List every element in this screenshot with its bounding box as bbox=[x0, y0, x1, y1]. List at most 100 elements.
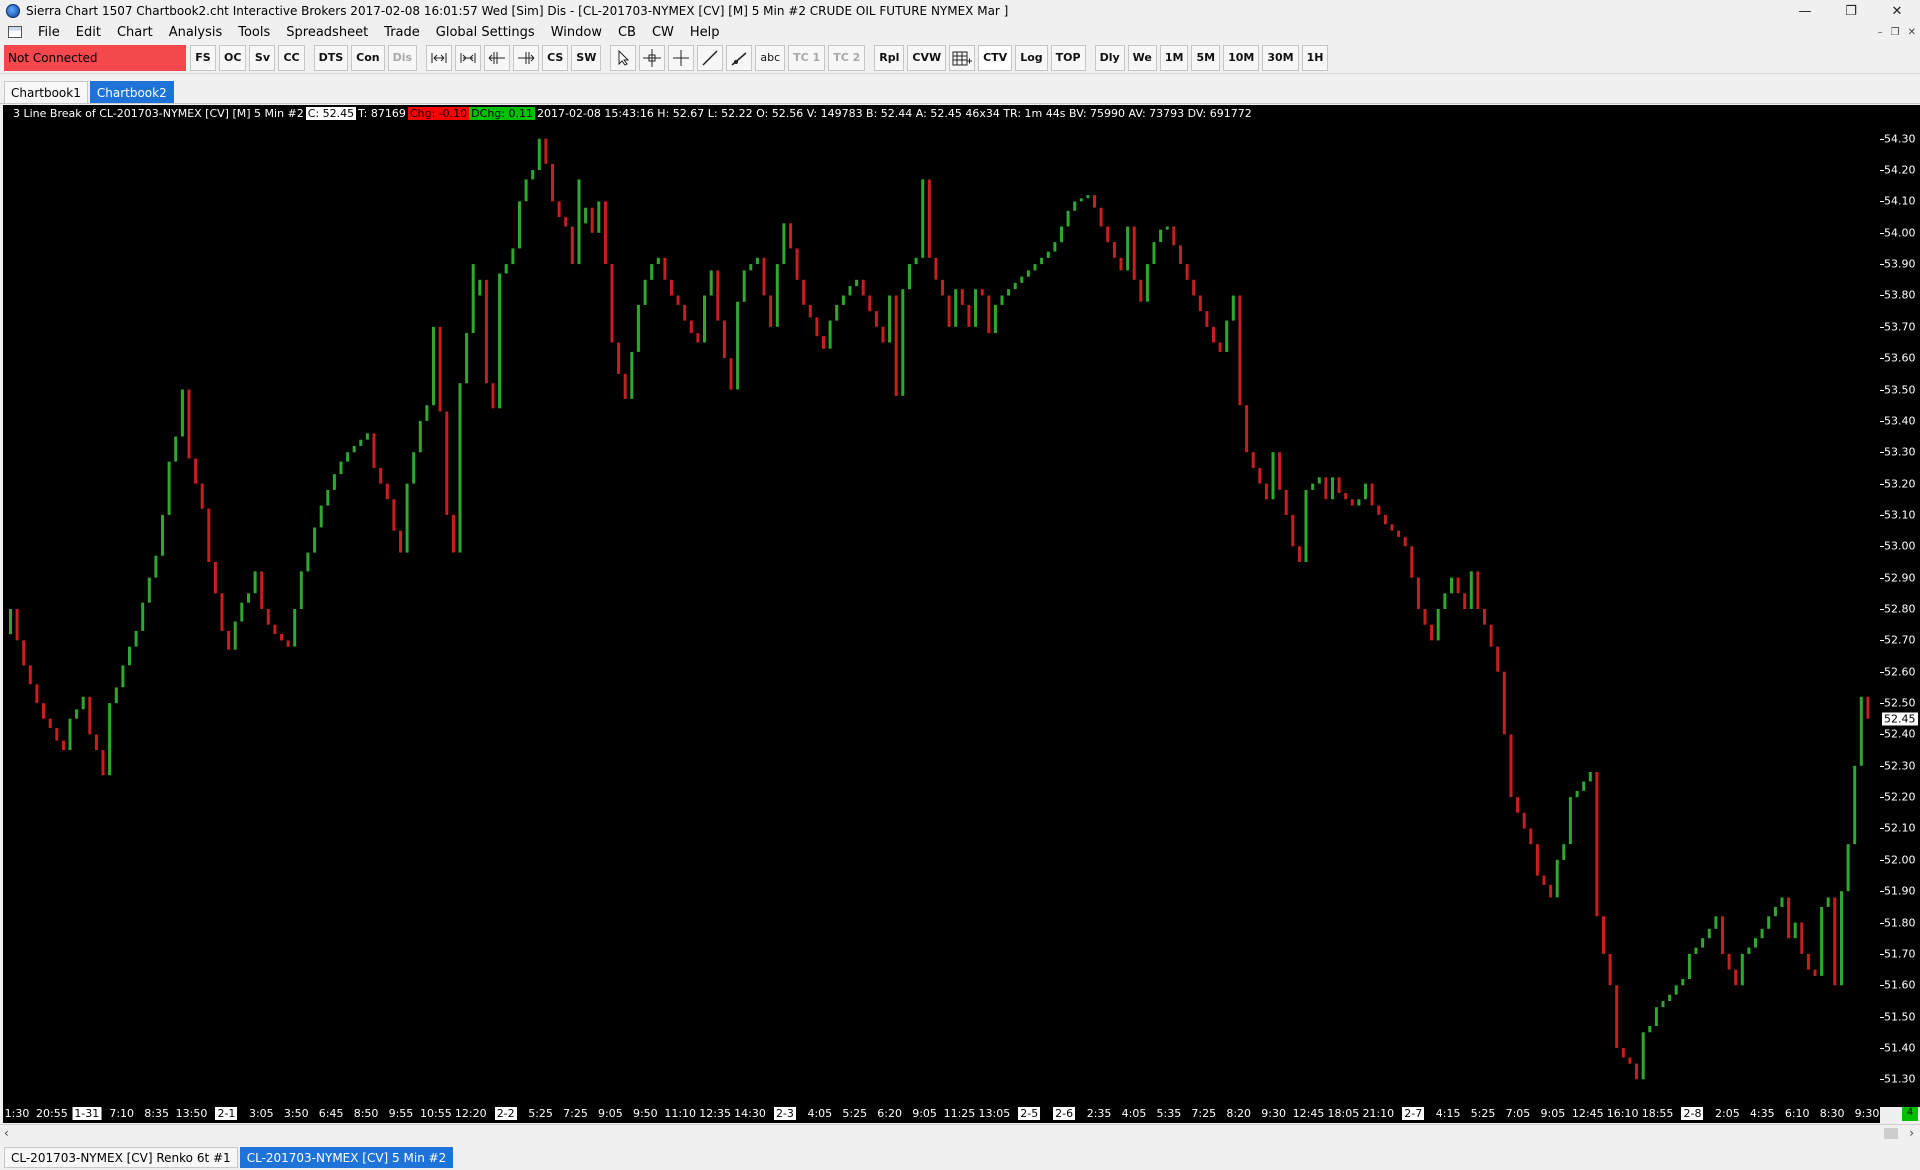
menu-global-settings[interactable]: Global Settings bbox=[428, 25, 543, 40]
pointer-icon[interactable] bbox=[610, 44, 637, 71]
chart-bar bbox=[1218, 342, 1222, 352]
1h-button[interactable]: 1H bbox=[1301, 44, 1329, 71]
5m-button[interactable]: 5M bbox=[1191, 44, 1221, 71]
scroll-right-icon[interactable]: › bbox=[1909, 1126, 1914, 1140]
chart-area[interactable]: 3 Line Break of CL-201703-NYMEX [CV] [M]… bbox=[3, 105, 1880, 1107]
chart-bar bbox=[927, 179, 931, 258]
shift-left-icon[interactable] bbox=[484, 44, 511, 71]
tab-chartbook1[interactable]: Chartbook1 bbox=[4, 81, 88, 103]
chart-bar bbox=[841, 295, 845, 305]
chart-bar bbox=[326, 489, 330, 506]
menu-chart[interactable]: Chart bbox=[109, 25, 161, 40]
chart-bar bbox=[359, 439, 363, 446]
ray-tool-icon[interactable] bbox=[726, 44, 753, 71]
time-axis-label: 14:30 bbox=[734, 1107, 766, 1120]
restore-button[interactable]: ❐ bbox=[1828, 0, 1874, 22]
chart-bar bbox=[1595, 772, 1599, 917]
tab-5min-chart[interactable]: CL-201703-NYMEX [CV] 5 Min #2 bbox=[239, 1147, 454, 1168]
chart-bar bbox=[1826, 897, 1830, 907]
price-label: 53.70 bbox=[1884, 320, 1916, 334]
chart-bar bbox=[544, 138, 548, 164]
tab-renko-chart[interactable]: CL-201703-NYMEX [CV] Renko 6t #1 bbox=[4, 1147, 238, 1168]
horizontal-scrollbar[interactable]: ‹ › bbox=[0, 1124, 1920, 1141]
chart-bar bbox=[48, 718, 52, 729]
disconnect-button[interactable]: Dis bbox=[387, 44, 418, 71]
chart-bar bbox=[1615, 985, 1619, 1048]
cs-button[interactable]: CS bbox=[542, 44, 569, 71]
zoom-out-icon[interactable] bbox=[426, 44, 453, 71]
cvw-button[interactable]: CVW bbox=[907, 44, 947, 71]
document-icon[interactable] bbox=[8, 26, 22, 38]
scroll-left-icon[interactable]: ‹ bbox=[4, 1126, 9, 1140]
tab-chartbook2[interactable]: Chartbook2 bbox=[89, 81, 174, 103]
chart-bar bbox=[1390, 524, 1394, 531]
chart-bar bbox=[914, 257, 918, 265]
weekly-button[interactable]: We bbox=[1127, 44, 1157, 71]
chart-bar bbox=[1271, 452, 1275, 500]
price-label: 54.00 bbox=[1884, 226, 1916, 240]
chart-bar bbox=[1483, 609, 1486, 625]
price-label: 53.20 bbox=[1884, 477, 1916, 491]
tc2-button[interactable]: TC 2 bbox=[828, 44, 866, 71]
price-label: 53.50 bbox=[1884, 383, 1916, 397]
mdi-minimize-button[interactable]: – bbox=[1878, 27, 1883, 38]
ctv-button[interactable]: CTV bbox=[978, 44, 1013, 71]
chart-bar bbox=[220, 593, 224, 631]
sw-button[interactable]: SW bbox=[571, 44, 602, 71]
menu-cb[interactable]: CB bbox=[610, 25, 644, 40]
chart-bar bbox=[167, 461, 171, 515]
chart-bar bbox=[1026, 270, 1030, 277]
menu-trade[interactable]: Trade bbox=[376, 25, 428, 40]
grid-table-icon[interactable] bbox=[949, 44, 976, 71]
menu-edit[interactable]: Edit bbox=[68, 25, 109, 40]
shift-right-icon[interactable] bbox=[513, 44, 540, 71]
log-button[interactable]: Log bbox=[1015, 44, 1048, 71]
price-chart[interactable] bbox=[3, 105, 1880, 1107]
minimize-button[interactable]: — bbox=[1782, 0, 1828, 22]
chart-bar bbox=[114, 687, 118, 704]
10m-button[interactable]: 10M bbox=[1223, 44, 1260, 71]
price-label: 51.50 bbox=[1884, 1010, 1916, 1024]
mdi-restore-button[interactable]: ❐ bbox=[1891, 27, 1900, 38]
line-tool-icon[interactable] bbox=[697, 44, 724, 71]
text-tool-button[interactable]: abc bbox=[755, 44, 786, 71]
time-axis[interactable]: 1:30 20:55 1-31 7:10 8:35 13:50 2-1 3:05 3:50 6:4… bbox=[3, 1105, 1880, 1123]
dts-button[interactable]: DTS bbox=[313, 44, 349, 71]
cc-button[interactable]: CC bbox=[278, 44, 305, 71]
connection-status[interactable]: Not Connected bbox=[4, 44, 186, 71]
connect-button[interactable]: Con bbox=[351, 44, 385, 71]
chart-tabs: CL-201703-NYMEX [CV] Renko 6t #1 CL-2017… bbox=[0, 1145, 1920, 1170]
price-scale[interactable]: 54.30 54.20 54.10 54.00 53.90 53.80 53.70 53.60… bbox=[1880, 105, 1920, 1107]
menu-file[interactable]: File bbox=[30, 25, 68, 40]
chart-bar bbox=[1060, 226, 1063, 243]
chart-bar bbox=[1648, 1026, 1652, 1033]
menu-window[interactable]: Window bbox=[543, 25, 610, 40]
menu-analysis[interactable]: Analysis bbox=[161, 25, 231, 40]
menu-help[interactable]: Help bbox=[682, 25, 728, 40]
chart-bar bbox=[1364, 483, 1367, 500]
replay-button[interactable]: Rpl bbox=[874, 44, 905, 71]
chart-bar bbox=[1403, 536, 1407, 547]
cursor-cross-icon[interactable] bbox=[668, 44, 695, 71]
chart-bar bbox=[451, 514, 455, 553]
sv-button[interactable]: Sv bbox=[249, 44, 276, 71]
scroll-thumb[interactable] bbox=[1884, 1128, 1898, 1139]
fs-button[interactable]: FS bbox=[190, 44, 216, 71]
chart-bar bbox=[1007, 289, 1011, 296]
30m-button[interactable]: 30M bbox=[1262, 44, 1299, 71]
menu-spreadsheet[interactable]: Spreadsheet bbox=[278, 25, 376, 40]
menu-tools[interactable]: Tools bbox=[230, 25, 278, 40]
top-button[interactable]: TOP bbox=[1050, 44, 1086, 71]
1m-button[interactable]: 1M bbox=[1159, 44, 1189, 71]
close-button[interactable]: ✕ bbox=[1874, 0, 1920, 22]
tc1-button[interactable]: TC 1 bbox=[788, 44, 826, 71]
chart-bar bbox=[511, 248, 515, 265]
menu-cw[interactable]: CW bbox=[644, 25, 682, 40]
zoom-in-icon[interactable] bbox=[455, 44, 482, 71]
oc-button[interactable]: OC bbox=[219, 44, 247, 71]
time-axis-label: 2:05 bbox=[1715, 1107, 1740, 1120]
mdi-close-button[interactable]: ✕ bbox=[1908, 27, 1916, 38]
daily-button[interactable]: Dly bbox=[1094, 44, 1125, 71]
crosshair-icon[interactable] bbox=[639, 44, 666, 71]
chart-bar bbox=[1311, 483, 1315, 490]
